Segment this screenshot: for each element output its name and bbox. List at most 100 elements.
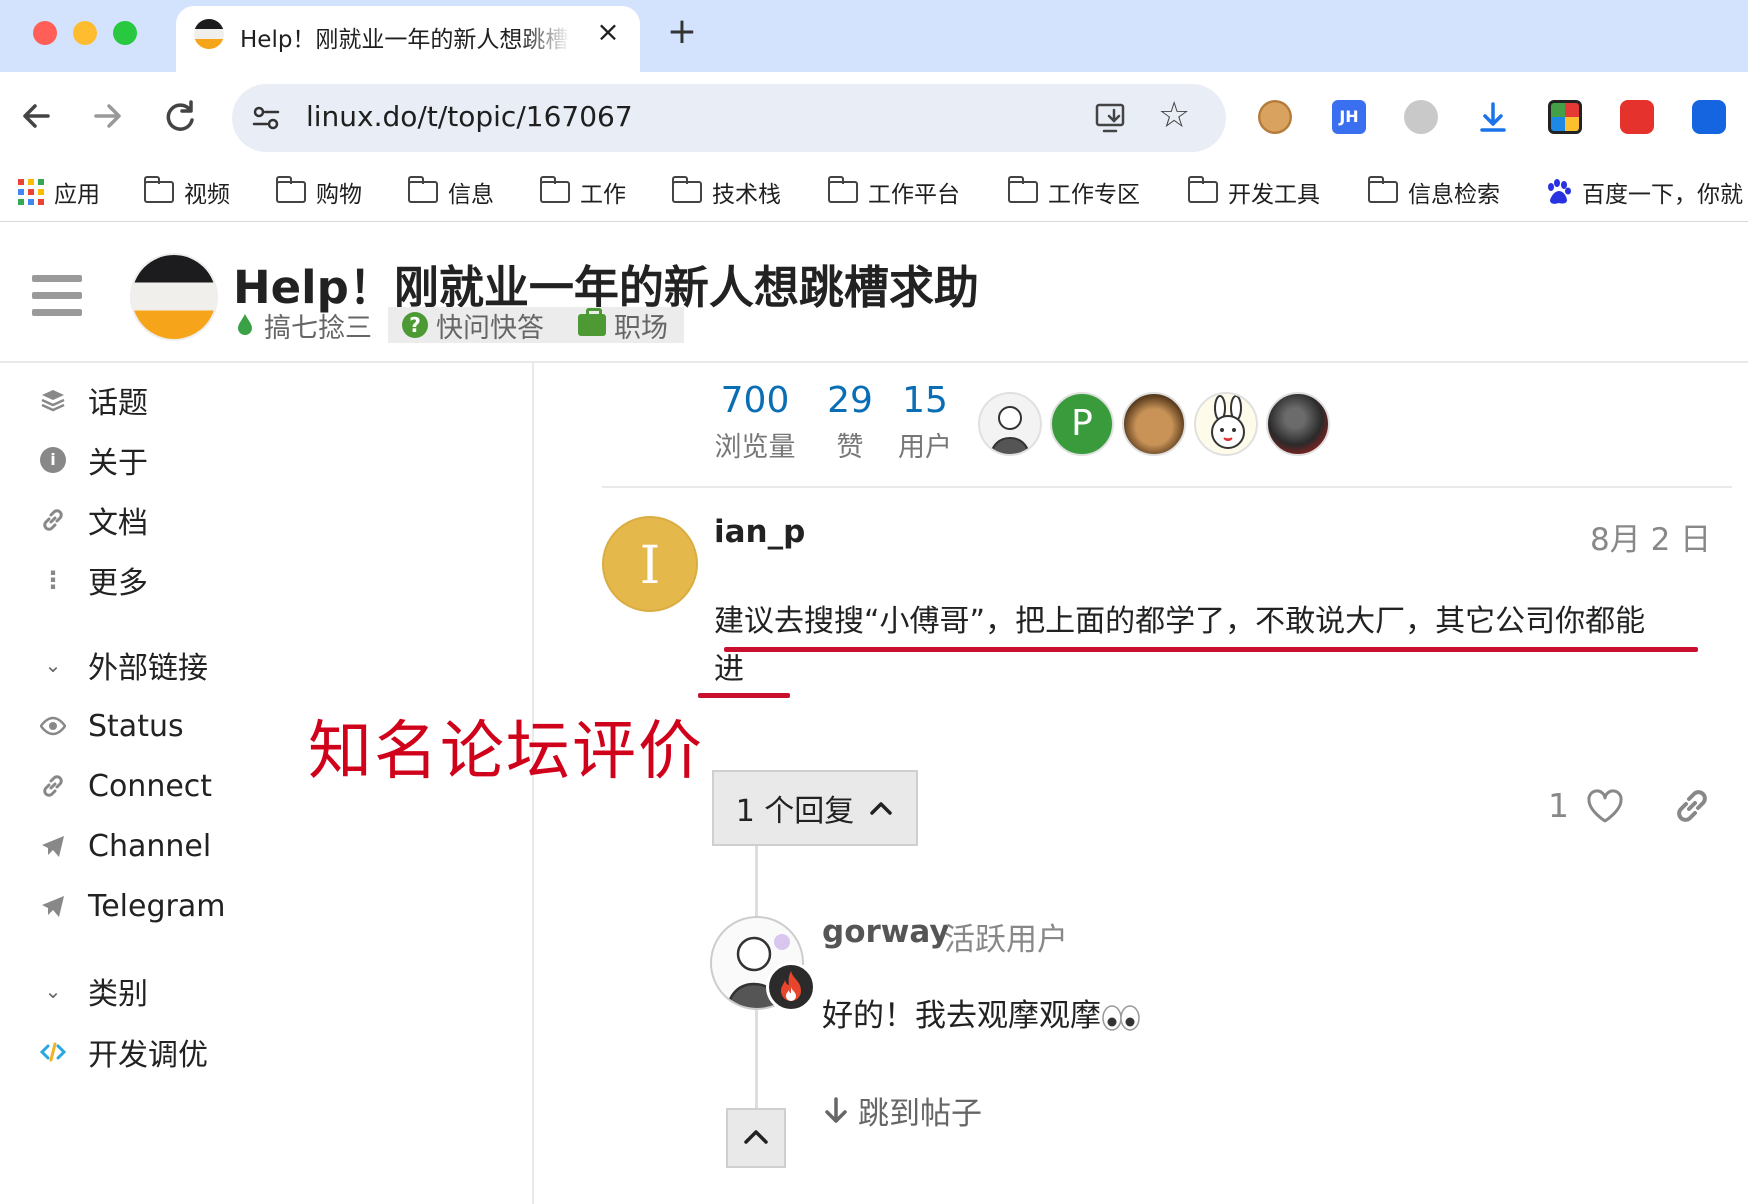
screen-extension-icon[interactable] bbox=[1692, 100, 1726, 134]
bookmark-folder-work[interactable]: 工作 bbox=[539, 176, 626, 208]
hamburger-menu-icon[interactable] bbox=[32, 275, 82, 317]
site-logo[interactable] bbox=[132, 255, 216, 339]
sidebar-item-topics[interactable]: 话题 bbox=[40, 377, 148, 423]
new-tab-button[interactable]: + bbox=[662, 12, 702, 52]
bookmark-apps[interactable]: 应用 bbox=[18, 176, 100, 208]
reply-user-title: 活跃用户 bbox=[944, 922, 1068, 958]
post-date[interactable]: 8月 2 日 bbox=[1590, 514, 1711, 559]
reply-username[interactable]: gorway bbox=[822, 914, 950, 950]
tab-close-icon[interactable]: × bbox=[592, 16, 624, 48]
sidebar-item-docs[interactable]: 文档 bbox=[40, 497, 148, 543]
folder-icon bbox=[1367, 176, 1398, 203]
paper-plane-icon bbox=[42, 896, 64, 917]
download-icon[interactable] bbox=[1476, 100, 1510, 134]
folder-icon bbox=[143, 176, 174, 203]
reply-body-text: 好的！我去观摩观摩 bbox=[822, 998, 1101, 1034]
stat-value: 15 bbox=[902, 380, 948, 421]
stat-label: 赞 bbox=[836, 432, 864, 463]
sidebar-section-external-links[interactable]: ⌄ 外部链接 bbox=[42, 642, 208, 688]
bookmark-star-icon[interactable]: ☆ bbox=[1158, 96, 1190, 136]
url-text[interactable]: linux.do/t/topic/167067 bbox=[306, 100, 633, 133]
bookmark-folder-search[interactable]: 信息检索 bbox=[1367, 176, 1500, 208]
participant-avatar[interactable] bbox=[1266, 392, 1330, 456]
sidebar-section-categories[interactable]: ⌄ 类别 bbox=[42, 968, 148, 1014]
jh-extension-icon[interactable]: JH bbox=[1332, 100, 1366, 134]
post-body-line: 建议去搜搜“小傅哥”，把上面的都学了，不敢说大厂，其它公司你都能 bbox=[714, 604, 1646, 639]
colorful-extension-icon[interactable] bbox=[1548, 100, 1582, 134]
install-app-icon[interactable] bbox=[1094, 100, 1130, 136]
post-body: 建议去搜搜“小傅哥”，把上面的都学了，不敢说大厂，其它公司你都能 进 bbox=[714, 598, 1714, 694]
category-link[interactable]: 搞七捻三 bbox=[264, 306, 372, 345]
sidebar-item-about[interactable]: i 关于 bbox=[40, 437, 148, 483]
more-vertical-icon: ⋮ bbox=[41, 566, 65, 594]
participant-avatar[interactable]: P bbox=[1050, 392, 1114, 456]
share-link-icon[interactable] bbox=[1672, 786, 1712, 826]
bookmark-label: 工作 bbox=[580, 182, 626, 208]
link-icon bbox=[43, 775, 63, 797]
heart-icon[interactable] bbox=[1586, 788, 1624, 824]
sidebar-link-status[interactable]: Status bbox=[40, 703, 184, 749]
sidebar-link-channel[interactable]: Channel bbox=[40, 823, 211, 869]
bookmark-baidu[interactable]: 百度一下，你就 bbox=[1544, 176, 1743, 208]
jump-to-post-link[interactable]: 跳到帖子 bbox=[822, 1088, 982, 1133]
site-settings-icon[interactable] bbox=[250, 102, 282, 134]
window-close-button[interactable] bbox=[33, 21, 57, 45]
window-minimize-button[interactable] bbox=[73, 21, 97, 45]
browser-toolbar: linux.do/t/topic/167067 ☆ JH bbox=[0, 72, 1748, 162]
eyes-emoji-icon bbox=[1102, 1004, 1140, 1031]
participant-avatar[interactable] bbox=[978, 392, 1042, 456]
sidebar-item-more[interactable]: ⋮ 更多 bbox=[40, 557, 148, 603]
reload-button[interactable] bbox=[158, 94, 202, 138]
sidebar-item-label: 开发调优 bbox=[88, 1038, 208, 1073]
cookie-extension-icon[interactable] bbox=[1258, 100, 1292, 134]
back-button[interactable] bbox=[14, 94, 58, 138]
bookmark-folder-info[interactable]: 信息 bbox=[407, 176, 494, 208]
bookmark-folder-work-zone[interactable]: 工作专区 bbox=[1007, 176, 1140, 208]
chevron-down-icon: ⌄ bbox=[44, 653, 62, 677]
stat-value: 29 bbox=[827, 380, 873, 421]
browser-tab-active[interactable]: Help！刚就业一年的新人想跳槽求助 × bbox=[176, 6, 640, 72]
annotation-text: 知名论坛评价 bbox=[308, 715, 704, 789]
ghost-extension-icon[interactable] bbox=[1404, 100, 1438, 134]
link-icon bbox=[43, 509, 63, 531]
bookmark-label: 视频 bbox=[184, 182, 230, 208]
video-extension-icon[interactable] bbox=[1620, 100, 1654, 134]
bookmark-folder-shopping[interactable]: 购物 bbox=[275, 176, 362, 208]
sidebar-link-telegram[interactable]: Telegram bbox=[40, 883, 225, 929]
info-icon: i bbox=[40, 447, 66, 473]
topic-category-row: 搞七捻三 ? 快问快答 职场 bbox=[236, 306, 684, 345]
sidebar-category-dev-tuning[interactable]: 开发调优 bbox=[40, 1029, 208, 1075]
window-zoom-button[interactable] bbox=[113, 21, 137, 45]
bookmark-label: 信息检索 bbox=[1408, 182, 1500, 208]
tag-qa[interactable]: 快问快答 bbox=[436, 306, 544, 345]
participant-avatar[interactable] bbox=[1194, 392, 1258, 456]
reload-icon bbox=[166, 100, 194, 131]
stat-value: 700 bbox=[720, 380, 790, 421]
participant-avatar[interactable] bbox=[1122, 392, 1186, 456]
divider bbox=[602, 486, 1732, 488]
tab-title: Help！刚就业一年的新人想跳槽求助 bbox=[240, 27, 570, 53]
eye-icon bbox=[40, 716, 66, 736]
bookmark-label: 信息 bbox=[448, 182, 494, 208]
sidebar-item-label: Status bbox=[88, 708, 184, 744]
tag-workplace[interactable]: 职场 bbox=[614, 306, 668, 345]
bookmark-folder-techstack[interactable]: 技术栈 bbox=[671, 176, 781, 208]
show-replies-button[interactable]: 1 个回复 bbox=[712, 770, 918, 846]
bookmark-folder-work-platform[interactable]: 工作平台 bbox=[827, 176, 960, 208]
bookmark-folder-video[interactable]: 视频 bbox=[143, 176, 230, 208]
folder-icon bbox=[1187, 176, 1218, 203]
site-header: Help！刚就业一年的新人想跳槽求助 搞七捻三 ? 快问快答 职场 bbox=[0, 233, 1748, 363]
sidebar-section-title: 外部链接 bbox=[88, 651, 208, 686]
collapse-replies-button[interactable] bbox=[726, 1108, 786, 1168]
reply-body: 好的！我去观摩观摩 bbox=[822, 990, 1141, 1035]
stat-label: 浏览量 bbox=[714, 432, 796, 463]
code-icon bbox=[40, 1042, 66, 1062]
forward-button[interactable] bbox=[86, 94, 130, 138]
bookmark-folder-devtools[interactable]: 开发工具 bbox=[1187, 176, 1320, 208]
post-avatar[interactable]: I bbox=[602, 516, 698, 612]
stat-likes: 29 赞 bbox=[820, 380, 880, 464]
sidebar-item-label: 关于 bbox=[88, 446, 148, 481]
post-username[interactable]: ian_p bbox=[714, 514, 805, 550]
address-bar[interactable]: linux.do/t/topic/167067 ☆ bbox=[232, 84, 1226, 152]
sidebar-link-connect[interactable]: Connect bbox=[40, 763, 212, 809]
